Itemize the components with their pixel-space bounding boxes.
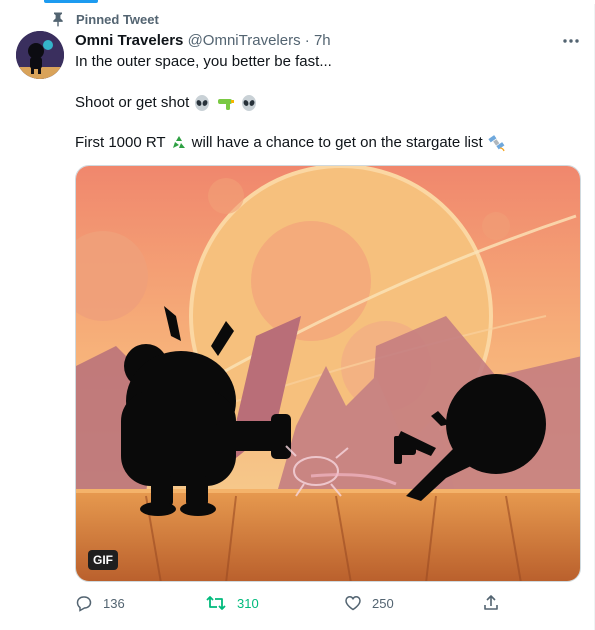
retweet-count: 310 (237, 595, 259, 611)
gif-badge: GIF (88, 550, 118, 570)
pin-icon (53, 12, 63, 27)
avatar[interactable] (16, 31, 64, 79)
separator-dot: · (304, 32, 310, 49)
share-icon (484, 595, 498, 610)
satellite-emoji-icon (488, 135, 505, 152)
pinned-label-row: Pinned Tweet (50, 10, 159, 28)
tweet-time[interactable]: 7h (314, 32, 331, 49)
recycle-emoji-icon (172, 136, 185, 149)
more-icon (563, 39, 579, 43)
tweet-text-line-3: First 1000 RT will have a chance to get … (75, 134, 507, 152)
alien-emoji-icon (241, 95, 256, 112)
tweet-actions: 136 310 250 (0, 594, 595, 616)
alien-emoji-icon (195, 95, 210, 112)
tweet-text-shoot: Shoot or get shot (75, 94, 190, 111)
tweet-header: Omni Travelers @OmniTravelers · 7h (75, 32, 331, 49)
author-name[interactable]: Omni Travelers (75, 32, 183, 49)
reply-button[interactable]: 136 (75, 594, 125, 612)
tweet-text-first-rt: First 1000 RT (75, 134, 166, 151)
like-count: 250 (372, 595, 394, 611)
top-divider (0, 0, 595, 4)
tweet-text-stargate: will have a chance to get on the stargat… (191, 134, 483, 151)
heart-icon (345, 596, 361, 611)
more-options-button[interactable] (556, 32, 586, 50)
retweet-button[interactable]: 310 (205, 594, 259, 612)
tab-indicator (44, 0, 98, 3)
share-button[interactable] (482, 594, 500, 612)
reply-count: 136 (103, 595, 125, 611)
tweet-text-line-1: In the outer space, you better be fast..… (75, 53, 332, 70)
gif-media[interactable] (75, 165, 581, 582)
like-button[interactable]: 250 (344, 594, 394, 612)
tweet-text-line-2: Shoot or get shot (75, 94, 258, 112)
reply-icon (76, 596, 92, 612)
water-pistol-emoji-icon (217, 99, 234, 111)
retweet-icon (206, 596, 226, 610)
author-handle[interactable]: @OmniTravelers (188, 32, 301, 49)
pinned-tweet-label: Pinned Tweet (76, 11, 159, 27)
